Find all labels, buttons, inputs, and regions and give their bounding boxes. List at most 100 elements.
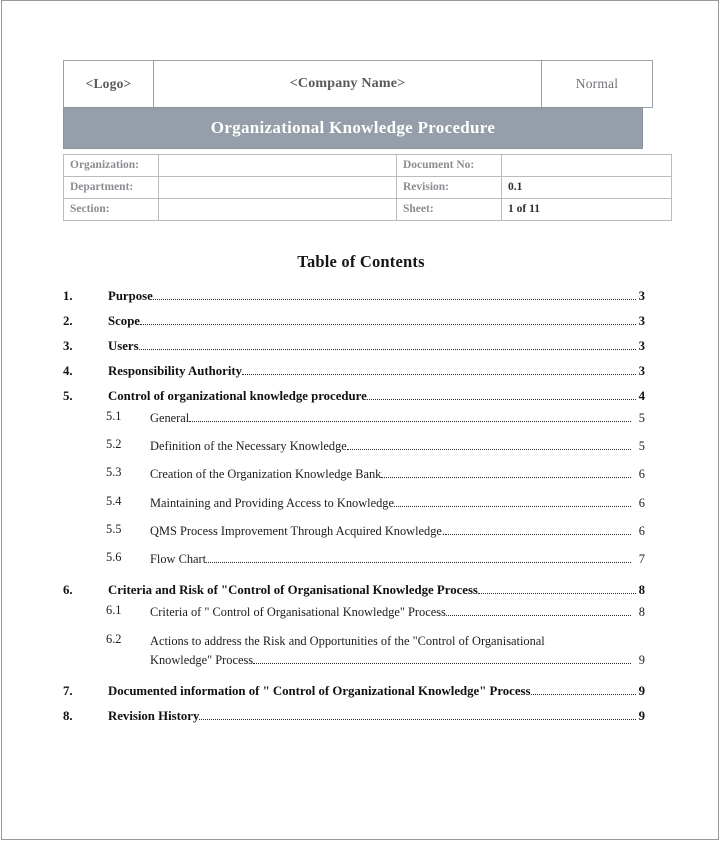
toc-entry[interactable]: 2. Scope 3 xyxy=(63,309,645,334)
toc-dot-leader xyxy=(366,393,636,400)
toc-entry-number: 5.1 xyxy=(106,409,122,423)
toc-entry-number: 3. xyxy=(63,339,73,353)
toc-dot-leader xyxy=(206,557,631,564)
toc-entry-number: 5.6 xyxy=(106,550,122,565)
toc-dot-leader xyxy=(138,343,636,350)
toc-dot-leader xyxy=(242,368,636,375)
toc-entry-number: 6.2 xyxy=(106,631,122,646)
toc-entry[interactable]: 5.4 Maintaining and Providing Access to K… xyxy=(63,494,645,513)
department-value[interactable] xyxy=(158,176,397,199)
table-row: Department: Revision: 0.1 xyxy=(63,176,672,199)
document-page: <Logo> <Company Name> Normal Organizatio… xyxy=(1,0,719,840)
toc-entry[interactable]: 6.2 Actions to address the Risk and Oppor… xyxy=(63,632,645,670)
toc-entry-title: Responsibility Authority xyxy=(108,364,243,378)
toc-entry-number: 5.2 xyxy=(106,437,122,452)
toc-entry-page: 9 xyxy=(638,652,645,667)
company-name-cell: <Company Name> xyxy=(153,60,542,108)
revision-value[interactable]: 0.1 xyxy=(501,176,672,199)
toc-entry-number: 8. xyxy=(63,708,73,723)
toc-entry-number: 6.1 xyxy=(106,603,122,618)
toc-entry[interactable]: 5.1 General 5 xyxy=(63,409,645,428)
toc-entry-number: 6. xyxy=(63,583,73,598)
toc-entry-title: General xyxy=(150,411,190,425)
toc-entry-page: 6 xyxy=(638,467,645,482)
toc-entry-page: 6 xyxy=(638,523,645,538)
toc-entry[interactable]: 5.3 Creation of the Organization Knowledg… xyxy=(63,465,645,484)
toc-dot-leader xyxy=(381,472,631,479)
toc-entry[interactable]: 5.6 Flow Chart 7 xyxy=(63,550,645,569)
toc-dot-leader xyxy=(477,588,636,595)
document-title: Organizational Knowledge Procedure xyxy=(210,118,496,137)
table-of-contents-heading: Table of Contents xyxy=(297,252,425,271)
toc-dot-leader xyxy=(199,713,636,720)
document-header-table: <Logo> <Company Name> Normal xyxy=(63,60,653,108)
toc-entry-number: 5.5 xyxy=(106,521,122,536)
toc-entry-title: QMS Process Improvement Through Acquired… xyxy=(150,523,446,538)
section-value[interactable] xyxy=(158,198,397,221)
table-row: Section: Sheet: 1 of 11 xyxy=(63,198,672,221)
toc-entry-number: 5.4 xyxy=(106,493,122,508)
toc-dot-leader xyxy=(253,657,631,664)
department-label: Department: xyxy=(63,176,159,199)
organization-label: Organization: xyxy=(63,154,159,177)
toc-dot-leader xyxy=(530,688,636,695)
toc-entry-page: 6 xyxy=(638,495,645,510)
toc-entry[interactable]: 6.1 Criteria of " Control of Organisation… xyxy=(63,603,645,622)
document-title-bar: Organizational Knowledge Procedure xyxy=(63,107,643,149)
revision-label: Revision: xyxy=(396,176,502,199)
toc-entry-title-continued: Knowledge" Process xyxy=(150,652,254,667)
toc-dot-leader xyxy=(140,318,636,325)
toc-entry-page: 4 xyxy=(638,389,645,403)
document-info-table: Organization: Document No: Department: R… xyxy=(63,154,672,221)
toc-entry-page: 3 xyxy=(638,289,645,303)
toc-entry[interactable]: 5.2 Definition of the Necessary Knowledge… xyxy=(63,437,645,456)
toc-entry-title: Creation of the Organization Knowledge B… xyxy=(150,467,382,482)
section-label: Section: xyxy=(63,198,159,221)
toc-entry[interactable]: 6. Criteria and Risk of "Control of Organ… xyxy=(63,578,645,603)
toc-entry[interactable]: 5.5 QMS Process Improvement Through Acqui… xyxy=(63,522,645,541)
toc-entry-number: 5. xyxy=(63,389,73,403)
toc-entry-title: Documented information of " Control of O… xyxy=(108,683,531,698)
classification-cell: Normal xyxy=(541,60,653,108)
toc-entry-title: Users xyxy=(108,339,139,353)
toc-entry[interactable]: 8. Revision History 9 xyxy=(63,704,645,729)
toc-entry-title: Scope xyxy=(108,314,140,328)
toc-entry-page: 5 xyxy=(638,411,645,425)
organization-value[interactable] xyxy=(158,154,397,177)
toc-entry-page: 3 xyxy=(638,314,645,328)
toc-entry-page: 5 xyxy=(638,439,645,454)
toc-entry-page: 3 xyxy=(638,339,645,353)
toc-entry-title: Actions to address the Risk and Opportun… xyxy=(150,633,545,648)
toc-entry-number: 7. xyxy=(63,683,73,698)
toc-entry[interactable]: 1. Purpose 3 xyxy=(63,284,645,309)
toc-entry-page: 9 xyxy=(638,683,645,698)
toc-entry-title: Criteria of " Control of Organisational … xyxy=(150,605,446,620)
toc-entry-title: Purpose xyxy=(108,289,153,303)
toc-entry[interactable]: 4. Responsibility Authority 3 xyxy=(63,359,645,384)
document-no-label: Document No: xyxy=(396,154,502,177)
toc-entry-title: Control of organizational knowledge proc… xyxy=(108,389,367,403)
toc-entry[interactable]: 3. Users 3 xyxy=(63,334,645,359)
toc-entry-title: Flow Chart xyxy=(150,552,207,567)
toc-entry-number: 1. xyxy=(63,289,73,303)
document-no-value[interactable] xyxy=(501,154,672,177)
toc-entry-title: Definition of the Necessary Knowledge xyxy=(150,439,347,454)
header-row: <Logo> <Company Name> Normal xyxy=(63,60,653,108)
toc-entry-number: 4. xyxy=(63,364,73,378)
toc-entry-page: 8 xyxy=(638,583,645,598)
toc-entry-title: Maintaining and Providing Access to Know… xyxy=(150,495,394,510)
sheet-label: Sheet: xyxy=(396,198,502,221)
toc-entry[interactable]: 5. Control of organizational knowledge pr… xyxy=(63,384,645,409)
toc-entry-title: Criteria and Risk of "Control of Organis… xyxy=(108,583,478,598)
sheet-value[interactable]: 1 of 11 xyxy=(501,198,672,221)
toc-entry-number: 2. xyxy=(63,314,73,328)
toc-entry-page: 3 xyxy=(638,364,645,378)
toc-entry-page: 7 xyxy=(638,552,645,567)
toc-dot-leader xyxy=(189,415,631,422)
toc-entry-page: 8 xyxy=(638,605,645,620)
toc-entry[interactable]: 7. Documented information of " Control of… xyxy=(63,679,645,704)
toc-dot-leader xyxy=(394,500,631,507)
table-of-contents-list: 1. Purpose 3 2. Scope 3 3. Users 3 4. Responsibili… xyxy=(63,284,645,729)
logo-cell: <Logo> xyxy=(63,60,154,108)
toc-dot-leader xyxy=(346,444,631,451)
